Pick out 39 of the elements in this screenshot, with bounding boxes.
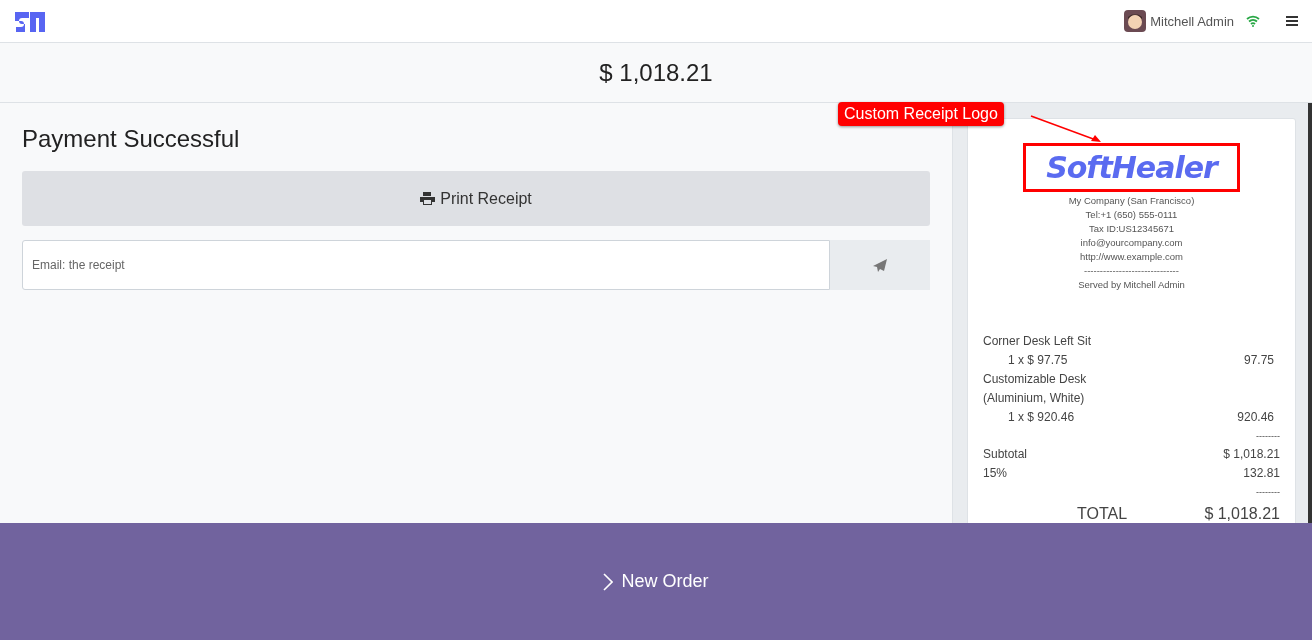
summary-label: 15% <box>983 465 1008 482</box>
new-order-button[interactable]: New Order <box>597 570 715 593</box>
status-title: Payment Successful <box>22 125 241 153</box>
amount-due: $ 1,018.21 <box>599 58 713 87</box>
summary-label: Subtotal <box>983 446 1028 463</box>
print-receipt-button[interactable]: Print Receipt <box>22 171 930 226</box>
product-name: Corner Desk Left Sit <box>983 333 1092 350</box>
wifi-icon <box>1246 15 1260 27</box>
company-info: Tax ID:US12345671 <box>1089 222 1174 236</box>
chevron-icon <box>603 572 614 591</box>
printer-icon <box>420 192 436 205</box>
line-amount: 97.75 <box>1243 352 1274 369</box>
total-amount: $ 1,018.21 <box>1204 504 1280 523</box>
annotation-callout: Custom Receipt Logo <box>838 102 1004 126</box>
quantity-price: 1 x $ 97.75 <box>1008 352 1068 369</box>
receipt-logo: SoftHealer <box>1023 143 1240 192</box>
total-label: TOTAL <box>1077 504 1128 523</box>
avatar-icon[interactable] <box>1124 10 1147 32</box>
menu-icon[interactable] <box>1286 16 1298 26</box>
company-info: http://www.example.com <box>1080 250 1183 264</box>
send-icon <box>873 258 887 272</box>
company-info: ------------------------------ <box>1084 264 1179 278</box>
product-name: (Aluminium, White) <box>983 390 1085 407</box>
scrollbar[interactable] <box>1308 103 1312 523</box>
line-amount: 920.46 <box>1237 409 1274 426</box>
summary-amount: $ 1,018.21 <box>1223 446 1280 463</box>
annotation-arrow <box>1030 115 1102 143</box>
product-name: Customizable Desk <box>983 371 1087 388</box>
dash-separator: -------- <box>1256 430 1280 443</box>
user-name[interactable]: Mitchell Admin <box>1150 13 1234 29</box>
logo-icon[interactable] <box>14 9 46 33</box>
summary-amount: 132.81 <box>1243 465 1280 482</box>
dash-separator: -------- <box>1256 486 1280 499</box>
email-field[interactable]: Email: the receipt <box>22 240 830 290</box>
quantity-price: 1 x $ 920.46 <box>1008 409 1075 426</box>
company-info: My Company (San Francisco) <box>1068 194 1195 208</box>
company-info: Served by Mitchell Admin <box>1078 278 1185 292</box>
company-info: Tel:+1 (650) 555-0111 <box>1085 208 1178 222</box>
company-info: info@yourcompany.com <box>1080 236 1183 250</box>
